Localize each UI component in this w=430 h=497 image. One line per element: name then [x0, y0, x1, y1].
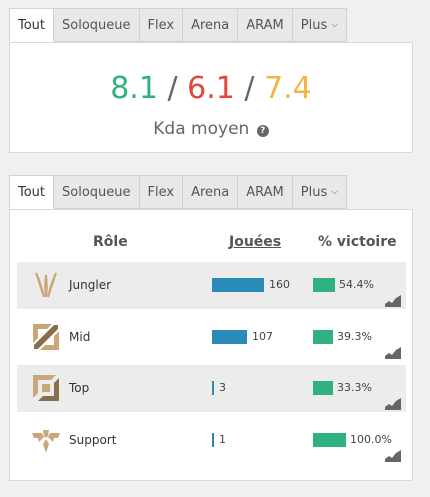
role-name: Jungler: [69, 278, 112, 292]
games-count: 3: [219, 381, 226, 394]
header-role[interactable]: Rôle: [93, 234, 128, 250]
winrate-bar: [313, 381, 333, 395]
header-games[interactable]: Jouées: [229, 234, 281, 250]
tab-plus[interactable]: Plus ⌵: [292, 175, 348, 209]
tab-flex[interactable]: Flex: [139, 175, 184, 209]
jungler-icon: [30, 269, 62, 301]
header-winrate[interactable]: % victoire: [318, 234, 397, 250]
kda-label: Kda moyen: [153, 119, 250, 139]
games-count: 1: [219, 433, 226, 446]
role-name: Support: [69, 433, 117, 447]
role-row-top: Top 3 33.3%: [17, 365, 406, 412]
tab-flex[interactable]: Flex: [139, 8, 184, 42]
help-icon[interactable]: ?: [256, 125, 269, 137]
queue-tabs-top: Tout Soloqueue Flex Arena ARAM Plus ⌵: [9, 8, 348, 42]
winrate-value: 33.3%: [337, 381, 372, 394]
tab-aram[interactable]: ARAM: [238, 8, 293, 42]
tab-arena[interactable]: Arena: [183, 8, 239, 42]
trend-chart-icon[interactable]: [385, 292, 401, 307]
games-count: 107: [252, 330, 273, 343]
tab-tout[interactable]: Tout: [9, 8, 55, 42]
tab-plus[interactable]: Plus ⌵: [292, 8, 348, 42]
games-count: 160: [269, 278, 290, 291]
kda-panel: 8.1 / 6.1 / 7.4 Kda moyen ?: [9, 42, 413, 153]
roles-table-header: Rôle Jouées % victoire: [10, 210, 412, 254]
tab-arena[interactable]: Arena: [183, 175, 239, 209]
role-name: Mid: [69, 330, 91, 344]
games-bar: [212, 330, 247, 344]
tab-soloqueue[interactable]: Soloqueue: [54, 175, 140, 209]
games-bar: [212, 381, 214, 395]
mid-icon: [30, 321, 62, 353]
games-bar: [212, 278, 264, 292]
role-row-support: Support 1 100.0%: [17, 417, 406, 464]
games-bar: [212, 433, 214, 447]
winrate-bar: [313, 278, 335, 292]
kda-values: 8.1 / 6.1 / 7.4: [10, 71, 412, 106]
kda-deaths: 6.1: [187, 71, 235, 106]
top-icon: [30, 372, 62, 404]
tab-soloqueue[interactable]: Soloqueue: [54, 8, 140, 42]
tab-plus-label: Plus: [300, 184, 328, 200]
winrate-value: 54.4%: [339, 278, 374, 291]
kda-kills: 8.1: [110, 71, 158, 106]
role-row-jungler: Jungler 160 54.4%: [17, 262, 406, 309]
kda-separator: /: [167, 71, 178, 106]
winrate-bar: [313, 433, 346, 447]
tab-plus-label: Plus: [300, 17, 328, 33]
winrate-value: 39.3%: [337, 330, 372, 343]
role-name: Top: [69, 381, 90, 395]
roles-panel: Rôle Jouées % victoire Jungler 160 54.4% Mi…: [9, 209, 413, 481]
chevron-down-icon: ⌵: [331, 187, 339, 197]
kda-separator: /: [244, 71, 255, 106]
winrate-bar: [313, 330, 333, 344]
trend-chart-icon[interactable]: [385, 447, 401, 462]
kda-label-row: Kda moyen ?: [10, 119, 412, 139]
kda-assists: 7.4: [264, 71, 312, 106]
chevron-down-icon: ⌵: [331, 20, 339, 30]
queue-tabs-bottom: Tout Soloqueue Flex Arena ARAM Plus ⌵: [9, 175, 348, 209]
trend-chart-icon[interactable]: [385, 344, 401, 359]
winrate-value: 100.0%: [350, 433, 392, 446]
tab-tout[interactable]: Tout: [9, 175, 55, 209]
trend-chart-icon[interactable]: [385, 395, 401, 410]
support-icon: [30, 424, 62, 456]
tab-aram[interactable]: ARAM: [238, 175, 293, 209]
role-row-mid: Mid 107 39.3%: [17, 314, 406, 361]
